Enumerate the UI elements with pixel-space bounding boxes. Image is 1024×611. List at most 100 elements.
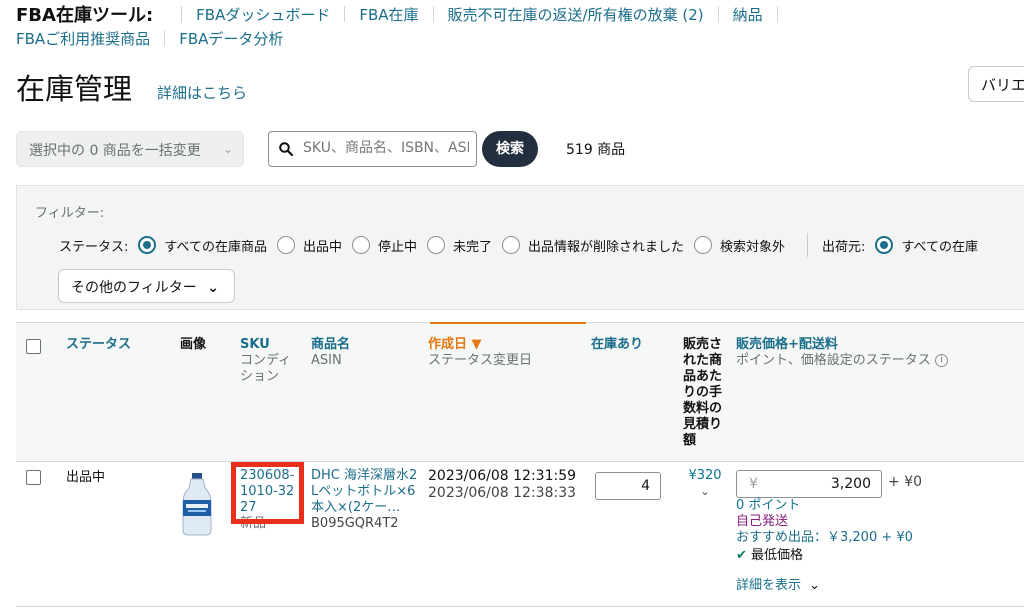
chevron-down-icon: ⌄ [207, 280, 219, 296]
col-fee: 販売された商品あたりの手数料の見積り額 [683, 337, 727, 449]
nav-link-fba-inventory[interactable]: FBA在庫 [359, 4, 418, 25]
radio-status-deleted[interactable] [502, 236, 521, 254]
fulfillment-type: 自己発送 [736, 514, 789, 529]
nav-divider [181, 6, 183, 22]
col-image-label: 画像 [180, 337, 207, 352]
nav-divider [344, 6, 346, 22]
price-details: 0 ポイント 自己発送 おすすめ出品：￥3,200 + ¥0 ✔ 最低価格 詳細… [736, 498, 913, 594]
col-name-sub: ASIN [311, 353, 342, 368]
col-price-label: 販売価格+配送料 [736, 337, 838, 352]
col-sku-label: SKU [240, 337, 270, 352]
price-currency: ¥ [749, 476, 758, 492]
nav-link-fba-dashboard[interactable]: FBAダッシュボード [196, 4, 330, 25]
col-name[interactable]: 商品名 ASIN [311, 337, 350, 369]
status-changed-date: 2023/06/08 12:38:33 [428, 485, 577, 501]
col-stock[interactable]: 在庫あり [591, 337, 643, 353]
nav-link-recommended[interactable]: FBAご利用推奨商品 [16, 28, 150, 49]
search-button[interactable]: 検索 [482, 131, 538, 167]
col-sku-sub: コンディション [240, 353, 292, 384]
radio-label-shipper-all[interactable]: すべての在庫 [901, 236, 978, 255]
radio-status-suppressed[interactable] [694, 236, 713, 254]
sort-desc-icon: ▼ [471, 337, 482, 352]
col-created-label: 作成日 [428, 337, 468, 352]
shipper-filter-label: 出荷元: [822, 239, 866, 255]
radio-label-active[interactable]: 出品中 [303, 236, 342, 255]
select-all-checkbox[interactable] [26, 339, 41, 354]
chevron-down-icon[interactable]: ⌄ [683, 484, 727, 500]
asin: B095GQR4T2 [311, 516, 399, 531]
row-status: 出品中 [66, 470, 106, 485]
col-status-label: ステータス [66, 337, 132, 352]
page-title: 在庫管理 [16, 72, 133, 106]
variation-button[interactable]: バリエ [968, 66, 1024, 102]
nav-divider [164, 30, 166, 46]
stock-quantity-input[interactable]: 4 [595, 472, 661, 500]
nav-link-removal[interactable]: 販売不可在庫の返送/所有権の放棄 (2) [448, 4, 704, 25]
nav-link-analytics[interactable]: FBAデータ分析 [179, 28, 283, 49]
learn-more-link[interactable]: 詳細はこちら [157, 82, 247, 103]
filter-label: フィルター: [35, 206, 105, 221]
sort-indicator-bar [430, 322, 586, 324]
points-link[interactable]: 0 ポイント [736, 498, 913, 514]
status-filter-label: ステータス: [59, 239, 129, 255]
row-checkbox[interactable] [26, 470, 41, 485]
col-name-label: 商品名 [311, 337, 351, 352]
created-date: 2023/06/08 12:31:59 [428, 468, 577, 484]
fee-estimate[interactable]: ¥320 [683, 468, 727, 484]
col-image: 画像 [180, 337, 206, 353]
show-details[interactable]: 詳細を表示 ⌄ [736, 578, 913, 594]
date-cell: 2023/06/08 12:31:59 2023/06/08 12:38:33 [428, 468, 576, 502]
nav-divider [432, 6, 434, 22]
bulk-action-label: 選択中の 0 商品を一括変更 [29, 143, 201, 159]
product-name-link[interactable]: DHC 海洋深層水2Lペットボトル×6本入×(2ケー… [311, 468, 417, 515]
recommended-price: おすすめ出品：￥3,200 + ¥0 [736, 530, 913, 545]
search-icon [279, 142, 293, 156]
check-icon: ✔ [736, 548, 747, 563]
search-box[interactable] [268, 131, 477, 167]
col-status[interactable]: ステータス [66, 337, 131, 353]
chevron-down-icon: ⌄ [222, 142, 233, 156]
nav-link-shipments[interactable]: 納品 [733, 4, 763, 25]
search-input[interactable] [301, 139, 471, 157]
show-details-label: 詳細を表示 [736, 578, 802, 593]
radio-label-suppressed[interactable]: 検索対象外 [720, 236, 785, 255]
radio-status-incomplete[interactable] [427, 236, 445, 254]
product-image[interactable] [180, 472, 214, 541]
status-filter-row: ステータス: すべての在庫商品 出品中 停止中 未完了 出品情報が削除されました… [59, 233, 978, 257]
shipping-fee: + ¥0 [888, 474, 922, 490]
bulk-action-select[interactable]: 選択中の 0 商品を一括変更 ⌄ [16, 131, 244, 167]
highlight-box [231, 462, 304, 524]
more-filters-button[interactable]: その他のフィルター ⌄ [58, 269, 235, 303]
info-icon[interactable]: i [934, 354, 948, 367]
table-header: ステータス 画像 SKU コンディション 商品名 ASIN 作成日 ▼ ステータ… [16, 322, 1024, 462]
col-price[interactable]: 販売価格+配送料 ポイント、価格設定のステータス i [736, 337, 948, 369]
nav-divider [717, 6, 719, 22]
fee-cell[interactable]: ¥320 ⌄ [683, 468, 727, 500]
price-status: ✔ 最低価格 [736, 548, 913, 564]
radio-label-all[interactable]: すべての在庫商品 [164, 236, 267, 255]
radio-status-inactive[interactable] [351, 236, 370, 254]
water-bottle-image [182, 473, 212, 536]
chevron-down-icon: ⌄ [809, 578, 821, 593]
filter-divider [807, 233, 809, 257]
nav-divider [776, 6, 778, 22]
col-created[interactable]: 作成日 ▼ ステータス変更日 [428, 337, 532, 369]
col-created-sub: ステータス変更日 [428, 353, 533, 368]
table-row: 出品中 230608-1010-3227 新品 DHC 海洋深層水2Lペットボト… [16, 462, 1024, 607]
col-price-sub: ポイント、価格設定のステータス [736, 353, 931, 368]
product-count: 519 商品 [566, 142, 626, 158]
price-value: 3,200 [830, 476, 871, 492]
radio-label-deleted[interactable]: 出品情報が削除されました [528, 236, 684, 255]
col-sku[interactable]: SKU コンディション [240, 337, 302, 385]
radio-label-incomplete[interactable]: 未完了 [453, 236, 492, 255]
filter-panel: フィルター: ステータス: すべての在庫商品 出品中 停止中 未完了 出品情報が… [16, 185, 1024, 310]
top-nav: FBA在庫ツール: FBAダッシュボード FBA在庫 販売不可在庫の返送/所有権… [16, 2, 1024, 50]
name-cell: DHC 海洋深層水2Lペットボトル×6本入×(2ケー… B095GQR4T2 [311, 468, 423, 532]
lowest-price-label: 最低価格 [751, 548, 804, 563]
radio-status-active[interactable] [276, 236, 295, 254]
radio-shipper-all[interactable] [875, 236, 894, 254]
col-stock-label: 在庫あり [591, 337, 644, 352]
radio-status-all[interactable] [138, 236, 157, 254]
radio-label-inactive[interactable]: 停止中 [378, 236, 417, 255]
price-input[interactable]: ¥ 3,200 [736, 470, 882, 498]
